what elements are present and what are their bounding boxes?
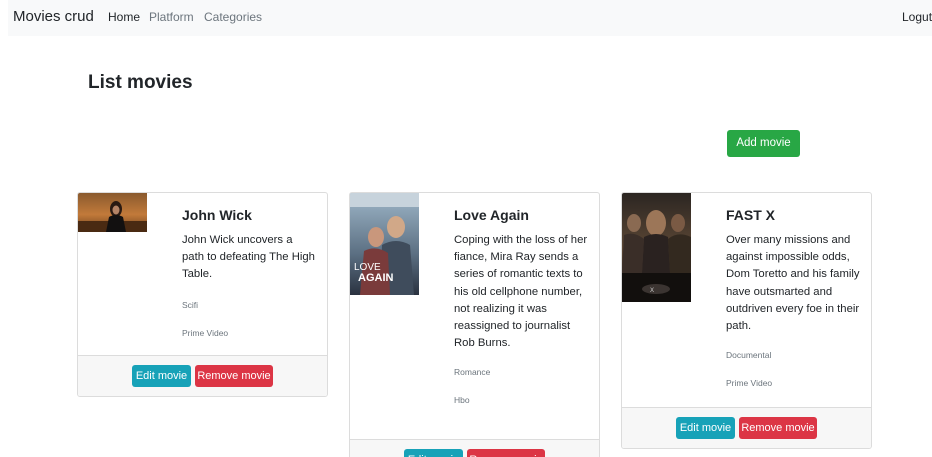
movie-platform: Prime Video <box>182 327 229 338</box>
remove-movie-button[interactable]: Remove movie <box>195 365 273 387</box>
movie-platform: Hbo <box>454 395 470 406</box>
add-movie-button[interactable]: Add movie <box>727 130 800 157</box>
page-title: List movies <box>88 72 193 93</box>
movie-title: Love Again <box>454 207 529 223</box>
poster-logo: X <box>650 288 654 294</box>
movie-title: John Wick <box>182 207 252 223</box>
edit-movie-button[interactable]: Edit movie <box>132 365 191 387</box>
nav-link-platform[interactable]: Platform <box>149 10 194 24</box>
edit-movie-button[interactable]: Edit movie <box>676 417 735 439</box>
card-footer: Edit movieRemove movie <box>78 355 327 396</box>
card-body: John Wick John Wick uncovers a path to d… <box>182 207 317 338</box>
fast-x-poster-icon: X <box>622 193 691 302</box>
love-again-poster-icon: LOVE AGAIN <box>350 193 419 295</box>
card-footer: Edit movie Remove movie <box>350 439 599 457</box>
logout-link[interactable]: Logut <box>902 10 932 24</box>
movie-description: Coping with the loss of her fiance, Mira… <box>454 234 588 350</box>
navbar-brand[interactable]: Movies crud <box>13 8 94 25</box>
movie-description: Over many missions and against impossibl… <box>726 234 860 333</box>
remove-movie-button[interactable]: Remove movie <box>467 449 545 457</box>
movie-card-fast-x: X FAST X Over many missions and against … <box>621 192 872 449</box>
movie-description: John Wick uncovers a path to defeating T… <box>182 234 315 281</box>
card-footer: Edit movieRemove movie <box>622 407 871 448</box>
poster-title-line2: AGAIN <box>358 272 394 284</box>
nav-link-categories[interactable]: Categories <box>204 10 262 24</box>
card-body: FAST X Over many missions and against im… <box>726 207 861 388</box>
john-wick-poster-icon <box>78 193 147 232</box>
navbar: Movies crud Home Platform Categories Log… <box>8 0 932 36</box>
card-body: Love Again Coping with the loss of her f… <box>454 207 589 405</box>
movie-category: Documental <box>726 350 772 361</box>
movie-card-love-again: LOVE AGAIN Love Again Coping with the lo… <box>349 192 600 457</box>
movie-platform: Prime Video <box>726 378 773 389</box>
movie-title: FAST X <box>726 207 776 223</box>
movie-category: Scifi <box>182 299 199 310</box>
remove-movie-button[interactable]: Remove movie <box>739 417 817 439</box>
movie-category: Romance <box>454 367 491 378</box>
edit-movie-button[interactable]: Edit movie <box>404 449 463 457</box>
movie-card-john-wick: John Wick John Wick uncovers a path to d… <box>77 192 328 397</box>
nav-link-home[interactable]: Home <box>108 10 140 24</box>
